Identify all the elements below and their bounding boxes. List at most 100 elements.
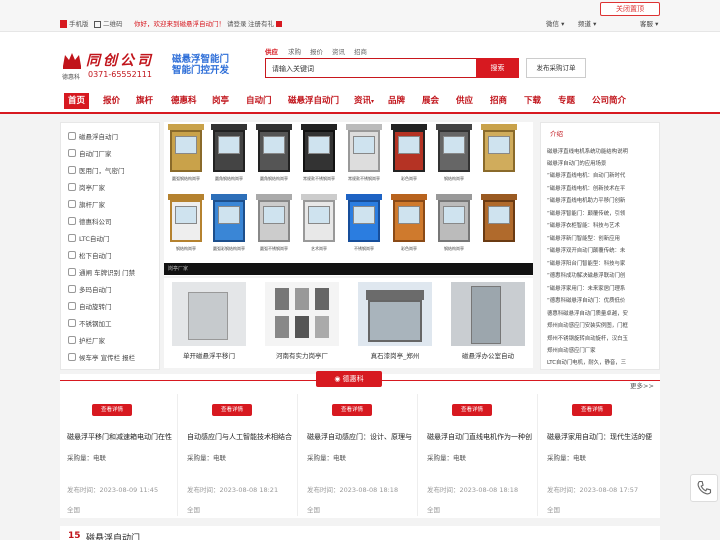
news-item[interactable]: “磁悬浮家用门：未来家居门理系 — [547, 284, 657, 292]
sidebar-item[interactable]: 德惠科公司 — [68, 216, 112, 226]
search-tab-price[interactable]: 报价 — [310, 46, 323, 56]
booth-image[interactable]: 艺术岗亭 — [299, 194, 339, 256]
sidebar-item[interactable]: 护栏厂家 — [68, 335, 105, 345]
news-item[interactable]: “磁悬浮智能门：颠覆传统，引领 — [547, 209, 657, 217]
login-link[interactable]: 请登录 — [227, 18, 247, 28]
sidebar-item[interactable]: 医用门，气密门 — [68, 165, 125, 175]
nav-supply[interactable]: 供应 — [456, 93, 473, 109]
booth-image[interactable]: 圆角钢结构岗亭 — [254, 124, 294, 186]
booth-gallery[interactable]: 圆弧钢结构岗亭 圆角钢结构岗亭 圆角钢结构岗亭 常规款不锈钢岗亭 常规款不锈钢岗… — [164, 122, 533, 276]
news-item[interactable]: LTC自动门电机，耐久，静音，三 — [547, 358, 657, 366]
sidebar-item[interactable]: 磁悬浮自动门 — [68, 131, 118, 141]
news-item[interactable]: 郑州自动感应门厂家 — [547, 346, 657, 354]
view-details-button[interactable]: 查看详情 — [332, 404, 372, 416]
product-image[interactable] — [451, 282, 525, 346]
product-card[interactable]: 单开磁悬浮平移门 — [164, 278, 254, 368]
sidebar-item[interactable]: 多玛自动门 — [68, 284, 112, 294]
booth-image[interactable]: 圆角钢结构岗亭 — [209, 124, 249, 186]
purchase-title[interactable]: 自动感应门与人工智能技术相结合 — [187, 432, 297, 442]
nav-company[interactable]: 公司简介 — [592, 93, 626, 109]
nav-flagpole[interactable]: 旗杆 — [136, 93, 153, 109]
news-item[interactable]: 德惠科磁悬浮自动门质量卓越，安 — [547, 309, 657, 317]
service-menu[interactable]: 客服 ▾ — [640, 18, 658, 28]
search-button[interactable]: 搜索 — [476, 58, 519, 78]
channel-menu[interactable]: 频道 ▾ — [578, 18, 596, 28]
sidebar-item[interactable]: 候车亭 宣传栏 报栏 — [68, 352, 135, 362]
booth-image[interactable]: 钢结构岗亭 — [434, 194, 474, 256]
purchase-title[interactable]: 磁悬浮自动感应门：设计、原理与 — [307, 432, 417, 442]
sidebar-item[interactable]: LTC自动门 — [68, 233, 109, 243]
booth-image[interactable] — [479, 194, 519, 256]
booth-image[interactable]: 钢结构岗亭 — [166, 194, 206, 256]
news-item[interactable]: “磁悬浮直线电机：创新技术在平 — [547, 184, 657, 192]
sidebar-item[interactable]: 旗杆厂家 — [68, 199, 105, 209]
product-card[interactable]: 真石漆岗亭_郑州 — [350, 278, 440, 368]
nav-auto-door[interactable]: 自动门 — [246, 93, 272, 109]
nav-topic[interactable]: 专题 — [558, 93, 575, 109]
view-details-button[interactable]: 查看详情 — [572, 404, 612, 416]
booth-image[interactable]: 圆弧不锈钢岗亭 — [254, 194, 294, 256]
news-item[interactable]: 磁悬浮直线电机系统功能结构说明 — [547, 147, 657, 155]
view-details-button[interactable]: 查看详情 — [452, 404, 492, 416]
wechat-menu[interactable]: 微信 ▾ — [546, 18, 564, 28]
close-top-ad-button[interactable]: 关闭置顶 — [600, 2, 660, 16]
nav-home[interactable]: 首页 — [64, 93, 90, 109]
more-link[interactable]: 更多>> — [630, 380, 654, 390]
logo[interactable]: 同创公司 德惠科 0371-65552111 — [62, 50, 158, 86]
news-item[interactable]: “磁悬浮直线电机助力平移门创新 — [547, 196, 657, 204]
purchase-title[interactable]: 磁悬浮自动门直线电机作为一种创 — [427, 432, 537, 442]
booth-image[interactable]: 彩色岗亭 — [389, 194, 429, 256]
nav-news[interactable]: 资讯▾ — [354, 93, 374, 109]
booth-image[interactable]: 不锈钢岗亭 — [344, 194, 384, 256]
view-details-button[interactable]: 查看详情 — [92, 404, 132, 416]
purchase-title[interactable]: 磁悬浮家用自动门：现代生活的便 — [547, 432, 657, 442]
search-tab-buy[interactable]: 求购 — [288, 46, 301, 56]
sidebar-item[interactable]: 自动门厂家 — [68, 148, 112, 158]
booth-image[interactable]: 圆弧彩钢结构岗亭 — [209, 194, 249, 256]
news-item[interactable]: 磁悬浮自动门的应用场景 — [547, 159, 657, 167]
product-image[interactable] — [172, 282, 246, 346]
search-tab-supply[interactable]: 供应 — [265, 46, 278, 56]
booth-image[interactable]: 彩色岗亭 — [389, 124, 429, 186]
news-item[interactable]: “德惠科成功解决磁悬浮联动门创 — [547, 271, 657, 279]
nav-maglev-door[interactable]: 磁悬浮自动门 — [288, 93, 339, 109]
phone-contact-button[interactable] — [690, 474, 718, 502]
news-item[interactable]: “磁悬浮阳台门智能型：科技与家 — [547, 259, 657, 267]
news-item[interactable]: “磁悬浮衣柜智能：科技与艺术 — [547, 221, 657, 229]
nav-dehuike[interactable]: 德惠科 — [171, 93, 197, 109]
nav-brand[interactable]: 品牌 — [388, 93, 405, 109]
post-order-button[interactable]: 发布采购订单 — [526, 58, 586, 78]
sidebar-item[interactable]: 松下自动门 — [68, 250, 112, 260]
nav-download[interactable]: 下载 — [524, 93, 541, 109]
nav-booth[interactable]: 岗亭 — [212, 93, 229, 109]
view-details-button[interactable]: 查看详情 — [212, 404, 252, 416]
news-item[interactable]: 郑州不锈钢旋转自动旋杆，汉白玉 — [547, 334, 657, 342]
register-link[interactable]: 注册有礼 — [248, 18, 282, 28]
mobile-link[interactable]: 手机版 — [60, 18, 89, 28]
booth-image[interactable]: 钢结构岗亭 — [434, 124, 474, 186]
search-tab-news[interactable]: 资讯 — [332, 46, 345, 56]
qrcode-link[interactable]: 二维码 — [94, 18, 123, 28]
product-image[interactable] — [265, 282, 339, 346]
product-image[interactable] — [358, 282, 432, 346]
sidebar-item[interactable]: 岗亭厂家 — [68, 182, 105, 192]
sidebar-item[interactable]: 通闸 车牌识别 门禁 — [68, 267, 135, 277]
booth-image[interactable] — [479, 124, 519, 186]
nav-invest[interactable]: 招商 — [490, 93, 507, 109]
booth-image[interactable]: 常规款不锈钢岗亭 — [344, 124, 384, 186]
product-card[interactable]: 磁悬浮办公室自动 — [443, 278, 533, 368]
news-item[interactable]: “磁悬浮新门智能型：创新应用 — [547, 234, 657, 242]
nav-price[interactable]: 报价 — [103, 93, 120, 109]
booth-image[interactable]: 圆弧钢结构岗亭 — [166, 124, 206, 186]
booth-image[interactable]: 常规款不锈钢岗亭 — [299, 124, 339, 186]
news-item[interactable]: “磁悬浮直线电机：自动门新时代 — [547, 171, 657, 179]
news-item[interactable]: 郑州自动感应门安装实例图，门框 — [547, 321, 657, 329]
search-tab-invest[interactable]: 招商 — [354, 46, 367, 56]
search-input[interactable]: 请输入关键词 — [265, 58, 477, 78]
nav-expo[interactable]: 展会 — [422, 93, 439, 109]
news-item[interactable]: “德惠科磁悬浮自动门：优质低价 — [547, 296, 657, 304]
purchase-title[interactable]: 磁悬浮平移门和减速箱电动门在性 — [67, 432, 177, 442]
sidebar-item[interactable]: 不锈钢加工 — [68, 318, 112, 328]
product-card[interactable]: 河南有实力岗亭厂 — [257, 278, 347, 368]
news-item[interactable]: “磁悬浮双开自动门颠覆传统：未 — [547, 246, 657, 254]
